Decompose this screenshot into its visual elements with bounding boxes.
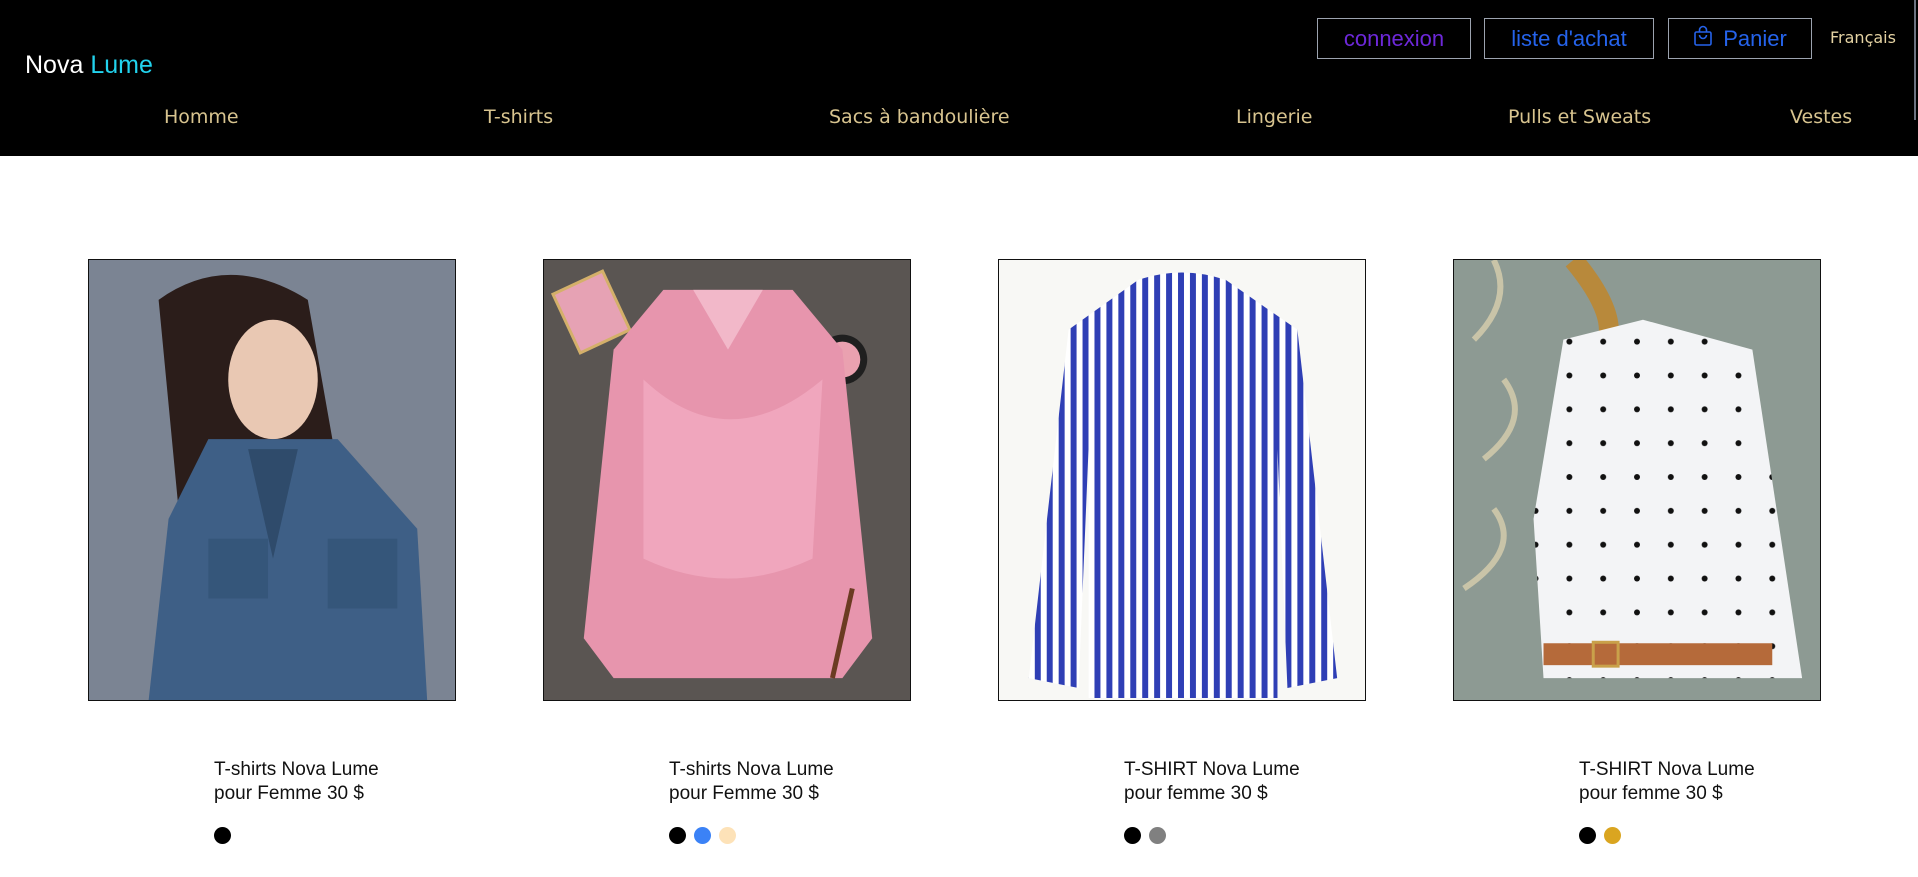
nav-item-sacs[interactable]: Sacs à bandoulière [829,106,1010,128]
color-swatch[interactable] [1124,827,1141,844]
product-title-line2: pour Femme 30 $ [669,783,819,804]
color-swatch[interactable] [719,827,736,844]
wishlist-button[interactable]: liste d'achat [1484,18,1654,59]
color-swatch[interactable] [1579,827,1596,844]
color-swatch[interactable] [214,827,231,844]
product-image[interactable] [88,259,456,701]
product-card[interactable]: T-SHIRT Nova Lume pour femme 30 $ [998,259,1366,844]
nav-item-pulls[interactable]: Pulls et Sweats [1508,106,1651,128]
main-nav: Homme T-shirts Sacs à bandoulière Linger… [0,106,1918,130]
nav-item-homme[interactable]: Homme [164,106,239,128]
nav-item-lingerie[interactable]: Lingerie [1236,106,1312,128]
color-swatch[interactable] [694,827,711,844]
product-title[interactable]: T-shirts Nova Lume pour Femme 30 $ [214,758,454,806]
product-title-line2: pour Femme 30 $ [214,783,364,804]
product-card[interactable]: T-shirts Nova Lume pour Femme 30 $ [543,259,911,844]
product-card[interactable]: T-SHIRT Nova Lume pour femme 30 $ [1453,259,1821,844]
shopping-bag-icon [1693,25,1713,53]
product-image[interactable] [543,259,911,701]
product-title[interactable]: T-SHIRT Nova Lume pour femme 30 $ [1124,758,1364,806]
nav-item-vestes[interactable]: Vestes [1790,106,1852,128]
site-header: Nova Lume connexion liste d'achat Panier… [0,0,1918,156]
product-title-line2: pour femme 30 $ [1579,783,1723,804]
color-swatch[interactable] [1604,827,1621,844]
login-button[interactable]: connexion [1317,18,1471,59]
color-swatches [1124,827,1166,844]
product-title[interactable]: T-SHIRT Nova Lume pour femme 30 $ [1579,758,1819,806]
product-image[interactable] [1453,259,1821,701]
nav-item-tshirts[interactable]: T-shirts [484,106,553,128]
product-title-line1: T-SHIRT Nova Lume [1124,759,1300,780]
color-swatches [669,827,736,844]
brand-logo[interactable]: Nova Lume [25,50,153,80]
product-title-line1: T-shirts Nova Lume [669,759,834,780]
product-title-line1: T-SHIRT Nova Lume [1579,759,1755,780]
color-swatches [214,827,231,844]
color-swatch[interactable] [1149,827,1166,844]
scrollbar[interactable] [1914,0,1916,120]
cart-label: Panier [1723,25,1787,51]
brand-name-second: Lume [90,51,153,79]
product-title-line2: pour femme 30 $ [1124,783,1268,804]
brand-name-first: Nova [25,51,84,79]
color-swatch[interactable] [669,827,686,844]
product-title[interactable]: T-shirts Nova Lume pour Femme 30 $ [669,758,909,806]
language-selector[interactable]: Français [1830,28,1896,47]
product-card[interactable]: T-shirts Nova Lume pour Femme 30 $ [88,259,456,844]
product-title-line1: T-shirts Nova Lume [214,759,379,780]
color-swatches [1579,827,1621,844]
cart-button[interactable]: Panier [1668,18,1812,59]
product-image[interactable] [998,259,1366,701]
